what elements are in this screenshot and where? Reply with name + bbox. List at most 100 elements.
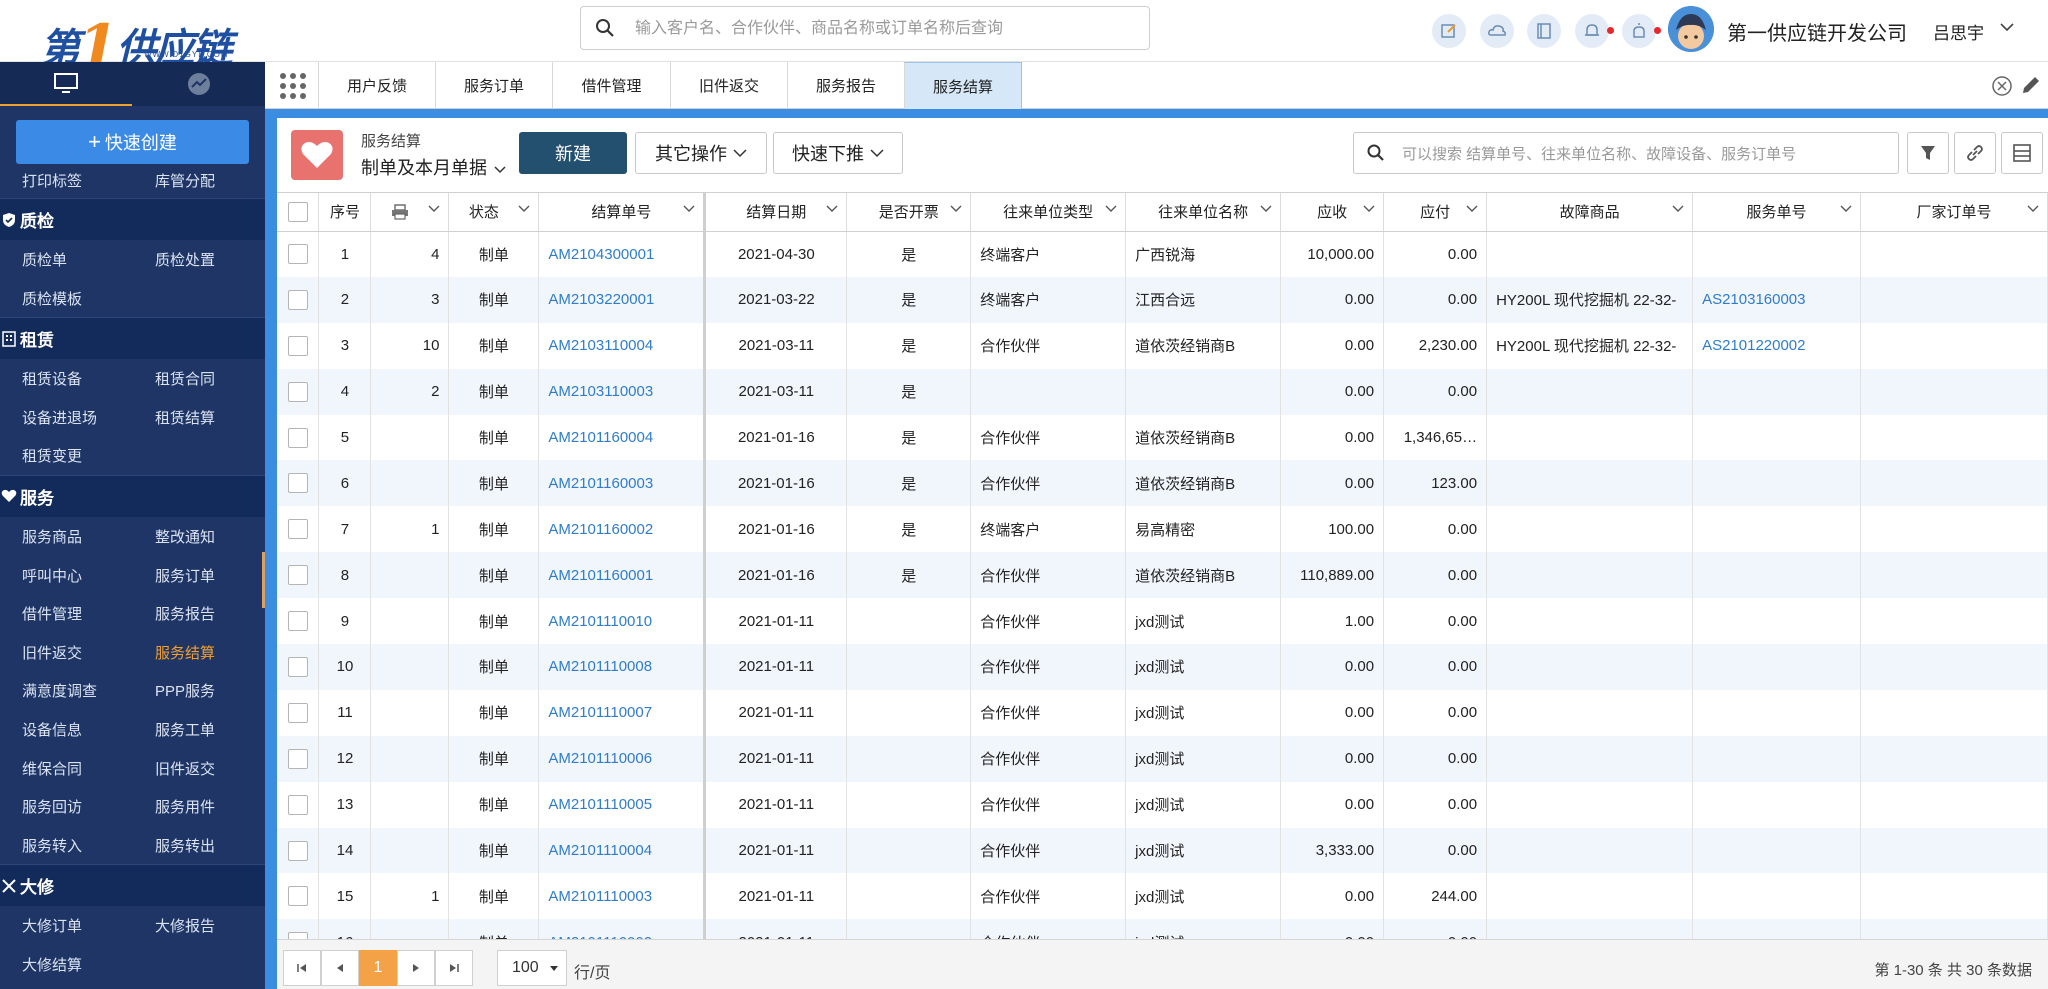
table-cell[interactable] — [1692, 873, 1862, 920]
col-header-payable[interactable]: 应付 — [1383, 193, 1488, 232]
row-checkbox-cell[interactable] — [277, 827, 320, 874]
row-checkbox-cell[interactable] — [277, 552, 320, 599]
book-icon[interactable] — [1527, 14, 1561, 48]
row-checkbox-cell[interactable] — [277, 919, 320, 939]
quick-create-button[interactable]: + 快速创建 — [16, 120, 249, 164]
chevron-down-icon[interactable] — [950, 205, 962, 213]
row-checkbox[interactable] — [287, 565, 308, 586]
list-search-box[interactable] — [1353, 132, 1899, 174]
global-search-box[interactable] — [580, 6, 1150, 50]
col-header-receivable[interactable]: 应收 — [1280, 193, 1385, 232]
menu-item-service-goods[interactable]: 服务商品 — [22, 526, 82, 547]
col-header-status[interactable]: 状态 — [448, 193, 540, 232]
table-row[interactable]: 2 3 制单 AM2103220001 2021-03-22 是终端客户 江西合远 0.00 0… — [277, 276, 2048, 323]
col-header-settlement-date[interactable]: 结算日期 — [704, 193, 848, 232]
menu-item-service-transfer-out[interactable]: 服务转出 — [155, 835, 215, 856]
select-all-checkbox[interactable] — [287, 201, 308, 222]
table-cell[interactable]: AM2101160003 — [538, 460, 707, 507]
table-cell[interactable] — [1692, 781, 1862, 828]
table-cell[interactable] — [1692, 598, 1862, 645]
col-header-settlement-no[interactable]: 结算单号 — [538, 193, 707, 232]
menu-item-service-work-order[interactable]: 服务工单 — [155, 719, 215, 740]
col-header-partner-type[interactable]: 往来单位类型 — [970, 193, 1127, 232]
table-row[interactable]: 3 10 制单 AM2103110004 2021-03-11 是合作伙伴 道依茨经销商B 0… — [277, 322, 2048, 369]
row-checkbox[interactable] — [287, 702, 308, 723]
row-checkbox-cell[interactable] — [277, 598, 320, 645]
menu-item-service-parts[interactable]: 服务用件 — [155, 796, 215, 817]
col-header-vendor-order-no[interactable]: 厂家订单号 — [1860, 193, 2048, 232]
first-page-button[interactable] — [283, 950, 321, 986]
table-row[interactable]: 8 制单 AM2101160001 2021-01-16 是合作伙伴 道依茨经销商B 110… — [277, 552, 2048, 599]
table-cell[interactable]: AM2103110003 — [538, 368, 707, 415]
table-cell[interactable] — [1692, 644, 1862, 690]
table-cell[interactable]: AS2103160003 — [1692, 276, 1862, 323]
col-header-partner-name[interactable]: 往来单位名称 — [1125, 193, 1282, 232]
settlement-no-link[interactable]: AM2101110010 — [548, 613, 652, 630]
tab-service-report[interactable]: 服务报告 — [787, 62, 904, 109]
row-checkbox[interactable] — [287, 748, 308, 769]
table-row[interactable]: 4 2 制单 AM2103110003 2021-03-11 是 0.00 0.00 — [277, 368, 2048, 415]
menu-item-ppp-service[interactable]: PPP服务 — [155, 680, 215, 701]
tab-loan-management[interactable]: 借件管理 — [552, 62, 670, 109]
close-all-tabs-icon[interactable] — [1991, 75, 2013, 97]
menu-item-quality-check[interactable]: 质检单 — [22, 249, 67, 270]
table-row[interactable]: 12 制单 AM2101110006 2021-01-11 合作伙伴 jxd测试 0.00 0… — [277, 735, 2048, 782]
menu-item-rental-equipment[interactable]: 租赁设备 — [22, 368, 82, 389]
row-checkbox[interactable] — [287, 381, 308, 402]
last-page-button[interactable] — [435, 950, 473, 986]
col-header-invoiced[interactable]: 是否开票 — [846, 193, 972, 232]
chevron-down-icon[interactable] — [1840, 205, 1852, 213]
menu-item-warehouse-assign[interactable]: 库管分配 — [155, 170, 215, 191]
link-button[interactable] — [1954, 132, 1996, 174]
next-page-button[interactable] — [397, 950, 435, 986]
row-checkbox-cell[interactable] — [277, 368, 320, 415]
table-cell[interactable] — [1692, 414, 1862, 461]
row-checkbox[interactable] — [287, 519, 308, 540]
menu-item-loan-management[interactable]: 借件管理 — [22, 603, 82, 624]
col-header-print[interactable] — [370, 193, 450, 232]
settlement-no-link[interactable]: AM2103110003 — [548, 383, 653, 400]
apps-grid-icon[interactable] — [277, 70, 309, 102]
row-checkbox-cell[interactable] — [277, 276, 320, 323]
table-cell[interactable]: AM2104300001 — [538, 231, 707, 277]
settlement-no-link[interactable]: AM2101110003 — [548, 888, 652, 905]
chevron-down-icon[interactable] — [1363, 205, 1375, 213]
menu-item-service-settlement[interactable]: 服务结算 — [155, 642, 215, 663]
table-cell[interactable]: AS2101220002 — [1692, 322, 1862, 369]
menu-section-quality[interactable]: 质检 — [0, 198, 265, 240]
menu-item-quality-disposal[interactable]: 质检处置 — [155, 249, 215, 270]
company-name[interactable]: 第一供应链开发公司 — [1727, 17, 1907, 46]
menu-section-overhaul[interactable]: 大修 — [0, 864, 265, 907]
settlement-no-link[interactable]: AM2104300001 — [548, 246, 654, 263]
table-cell[interactable]: AM2101160001 — [538, 552, 707, 599]
menu-section-service[interactable]: 服务 — [0, 474, 265, 517]
table-cell[interactable]: AM2101110003 — [538, 873, 707, 920]
menu-item-rectify-notice[interactable]: 整改通知 — [155, 526, 215, 547]
col-header-service-no[interactable]: 服务单号 — [1692, 193, 1862, 232]
menu-section-rental[interactable]: 租赁 — [0, 317, 265, 360]
table-row[interactable]: 6 制单 AM2101160003 2021-01-16 是合作伙伴 道依茨经销商B 0.0… — [277, 460, 2048, 507]
settlement-no-link[interactable]: AM2101110005 — [548, 796, 652, 813]
table-cell[interactable]: AM2101110004 — [538, 827, 707, 874]
row-checkbox[interactable] — [287, 335, 308, 356]
table-row[interactable]: 1 4 制单 AM2104300001 2021-04-30 是终端客户 广西锐海 10,00… — [277, 231, 2048, 277]
menu-item-service-report[interactable]: 服务报告 — [155, 603, 215, 624]
menu-item-overhaul-order[interactable]: 大修订单 — [22, 915, 82, 936]
menu-item-old-part-return[interactable]: 旧件返交 — [22, 642, 82, 663]
row-checkbox[interactable] — [287, 473, 308, 494]
chevron-down-icon[interactable] — [518, 205, 530, 213]
row-checkbox-cell[interactable] — [277, 231, 320, 277]
row-checkbox[interactable] — [287, 886, 308, 907]
menu-item-service-visit[interactable]: 服务回访 — [22, 796, 82, 817]
tab-user-feedback[interactable]: 用户反馈 — [318, 62, 435, 109]
tab-service-order[interactable]: 服务订单 — [435, 62, 552, 109]
table-cell[interactable] — [1692, 231, 1862, 277]
settlement-no-link[interactable]: AM2101110006 — [548, 750, 652, 767]
menu-item-equipment-in-out[interactable]: 设备进退场 — [22, 407, 97, 428]
row-checkbox-cell[interactable] — [277, 460, 320, 507]
settlement-no-link[interactable]: AM2103110004 — [548, 337, 653, 354]
table-cell[interactable]: AM2101110005 — [538, 781, 707, 828]
menu-item-quality-template[interactable]: 质检模板 — [22, 288, 82, 309]
table-row[interactable]: 14 制单 AM2101110004 2021-01-11 合作伙伴 jxd测试 3,333… — [277, 827, 2048, 874]
chevron-down-icon[interactable] — [1466, 205, 1478, 213]
